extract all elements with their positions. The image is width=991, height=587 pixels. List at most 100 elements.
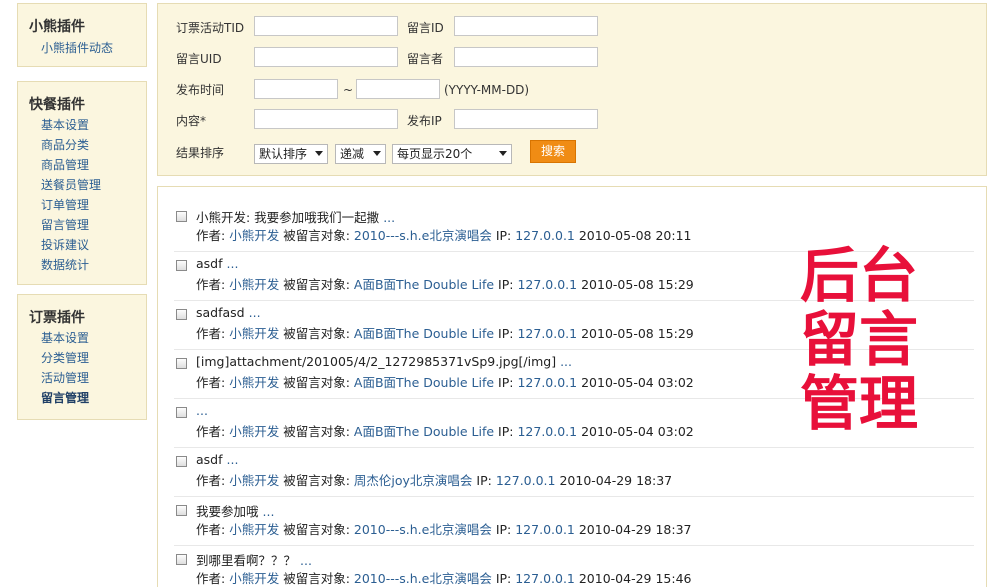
author-link[interactable]: 小熊开发 — [229, 277, 279, 292]
ip-link[interactable]: 127.0.0.1 — [517, 277, 577, 292]
sort-direction-value: 递减 — [340, 147, 365, 161]
comment-title: [img]attachment/201005/4/2_1272985371vSp… — [196, 354, 572, 369]
comment-text: sadfasd — [196, 305, 245, 320]
ip-prefix: IP: — [498, 424, 514, 439]
uid-input[interactable] — [254, 47, 398, 67]
target-link[interactable]: 2010---s.h.e北京演唱会 — [354, 571, 492, 586]
sidebar-item-comment-manage[interactable]: 留言管理 — [18, 215, 146, 235]
start-date-input[interactable] — [254, 79, 338, 99]
comment-id-label: 留言ID — [407, 21, 444, 35]
per-page-value: 每页显示20个 — [397, 147, 473, 161]
sidebar-item-statistics[interactable]: 数据统计 — [18, 255, 146, 275]
author-prefix: 作者: — [196, 375, 226, 390]
sidebar-item-basic-settings[interactable]: 基本设置 — [18, 115, 146, 135]
target-link[interactable]: A面B面The Double Life — [354, 277, 494, 292]
sort-order-select[interactable]: 默认排序 — [254, 144, 328, 164]
comment-id-input[interactable] — [454, 16, 598, 36]
target-link[interactable]: 2010---s.h.e北京演唱会 — [354, 228, 492, 243]
sidebar-item-event-manage[interactable]: 活动管理 — [18, 368, 146, 388]
author-link[interactable]: 小熊开发 — [229, 424, 279, 439]
comment-time: 2010-04-29 18:37 — [559, 473, 673, 488]
comment-row: 到哪里看啊？？？... 作者: 小熊开发 被留言对象: 2010---s.h.e… — [174, 546, 974, 587]
sidebar-item-courier-manage[interactable]: 送餐员管理 — [18, 175, 146, 195]
overlay-line-3: 管理 — [800, 369, 919, 438]
sidebar-item-complaints[interactable]: 投诉建议 — [18, 235, 146, 255]
comment-more-link[interactable]: ... — [227, 256, 239, 271]
sort-direction-select[interactable]: 递减 — [335, 144, 386, 164]
comment-more-link[interactable]: ... — [249, 305, 261, 320]
search-button[interactable]: 搜索 — [530, 140, 576, 163]
author-prefix: 作者: — [196, 473, 226, 488]
ip-link[interactable]: 127.0.0.1 — [517, 424, 577, 439]
ip-link[interactable]: 127.0.0.1 — [517, 326, 577, 341]
sort-label: 结果排序 — [176, 146, 225, 160]
content-input[interactable] — [254, 109, 398, 129]
sidebar-item-product-manage[interactable]: 商品管理 — [18, 155, 146, 175]
author-link[interactable]: 小熊开发 — [229, 571, 279, 586]
comment-more-link[interactable]: ... — [227, 452, 239, 467]
comment-meta: 作者: 小熊开发 被留言对象: A面B面The Double Life IP: … — [196, 421, 694, 440]
target-link[interactable]: A面B面The Double Life — [354, 326, 494, 341]
author-link[interactable]: 小熊开发 — [229, 522, 279, 537]
target-link[interactable]: 2010---s.h.e北京演唱会 — [354, 522, 492, 537]
comment-time: 2010-05-08 15:29 — [581, 277, 694, 292]
comment-title: asdf... — [196, 256, 238, 271]
author-prefix: 作者: — [196, 424, 226, 439]
comment-row: asdf... 作者: 小熊开发 被留言对象: 周杰伦joy北京演唱会 IP: … — [174, 448, 974, 497]
sidebar-item-plugin-news[interactable]: 小熊插件动态 — [18, 38, 146, 58]
comment-meta: 作者: 小熊开发 被留言对象: A面B面The Double Life IP: … — [196, 372, 694, 391]
sidebar-item-category-manage[interactable]: 分类管理 — [18, 348, 146, 368]
comment-more-link[interactable]: ... — [300, 553, 312, 568]
comment-more-link[interactable]: ... — [383, 210, 395, 225]
chevron-down-icon — [499, 151, 507, 156]
comment-title: asdf... — [196, 452, 238, 467]
row-checkbox[interactable] — [176, 407, 187, 418]
comment-more-link[interactable]: ... — [263, 504, 275, 519]
per-page-select[interactable]: 每页显示20个 — [392, 144, 512, 164]
ip-input[interactable] — [454, 109, 598, 129]
sidebar-item-basic-settings[interactable]: 基本设置 — [18, 328, 146, 348]
author-input[interactable] — [454, 47, 598, 67]
sidebar-item-product-category[interactable]: 商品分类 — [18, 135, 146, 155]
row-checkbox[interactable] — [176, 260, 187, 271]
ip-prefix: IP: — [495, 228, 512, 243]
author-prefix: 作者: — [196, 326, 226, 341]
comment-time: 2010-04-29 18:37 — [578, 522, 692, 537]
sidebar-item-order-manage[interactable]: 订单管理 — [18, 195, 146, 215]
target-prefix: 被留言对象: — [283, 326, 350, 341]
row-checkbox[interactable] — [176, 456, 187, 467]
row-checkbox[interactable] — [176, 358, 187, 369]
ip-link[interactable]: 127.0.0.1 — [515, 571, 575, 586]
target-link[interactable]: 周杰伦joy北京演唱会 — [354, 473, 473, 488]
target-link[interactable]: A面B面The Double Life — [354, 424, 494, 439]
end-date-input[interactable] — [356, 79, 440, 99]
row-checkbox[interactable] — [176, 554, 187, 565]
tid-label: 订票活动TID — [176, 21, 245, 35]
ip-link[interactable]: 127.0.0.1 — [517, 375, 577, 390]
row-checkbox[interactable] — [176, 309, 187, 320]
author-link[interactable]: 小熊开发 — [229, 473, 279, 488]
ip-link[interactable]: 127.0.0.1 — [515, 228, 575, 243]
ip-link[interactable]: 127.0.0.1 — [496, 473, 556, 488]
ip-prefix: IP: — [498, 375, 514, 390]
author-link[interactable]: 小熊开发 — [229, 375, 279, 390]
target-link[interactable]: A面B面The Double Life — [354, 375, 494, 390]
uid-label: 留言UID — [176, 52, 222, 66]
ip-link[interactable]: 127.0.0.1 — [515, 522, 575, 537]
author-link[interactable]: 小熊开发 — [229, 326, 279, 341]
author-prefix: 作者: — [196, 277, 226, 292]
sidebar-item-comment-manage[interactable]: 留言管理 — [18, 388, 146, 408]
comment-text: asdf — [196, 452, 223, 467]
overlay-line-2: 留言 — [800, 305, 919, 374]
comment-more-link[interactable]: ... — [196, 403, 208, 418]
comment-more-link[interactable]: ... — [560, 354, 572, 369]
ip-prefix: IP: — [495, 522, 512, 537]
tid-input[interactable] — [254, 16, 398, 36]
author-link[interactable]: 小熊开发 — [229, 228, 279, 243]
comment-meta: 作者: 小熊开发 被留言对象: A面B面The Double Life IP: … — [196, 323, 694, 342]
row-checkbox[interactable] — [176, 211, 187, 222]
author-prefix: 作者: — [196, 522, 226, 537]
sidebar-section-title: 订票插件 — [29, 310, 85, 326]
row-checkbox[interactable] — [176, 505, 187, 516]
comment-title: 到哪里看啊？？？... — [196, 550, 312, 569]
